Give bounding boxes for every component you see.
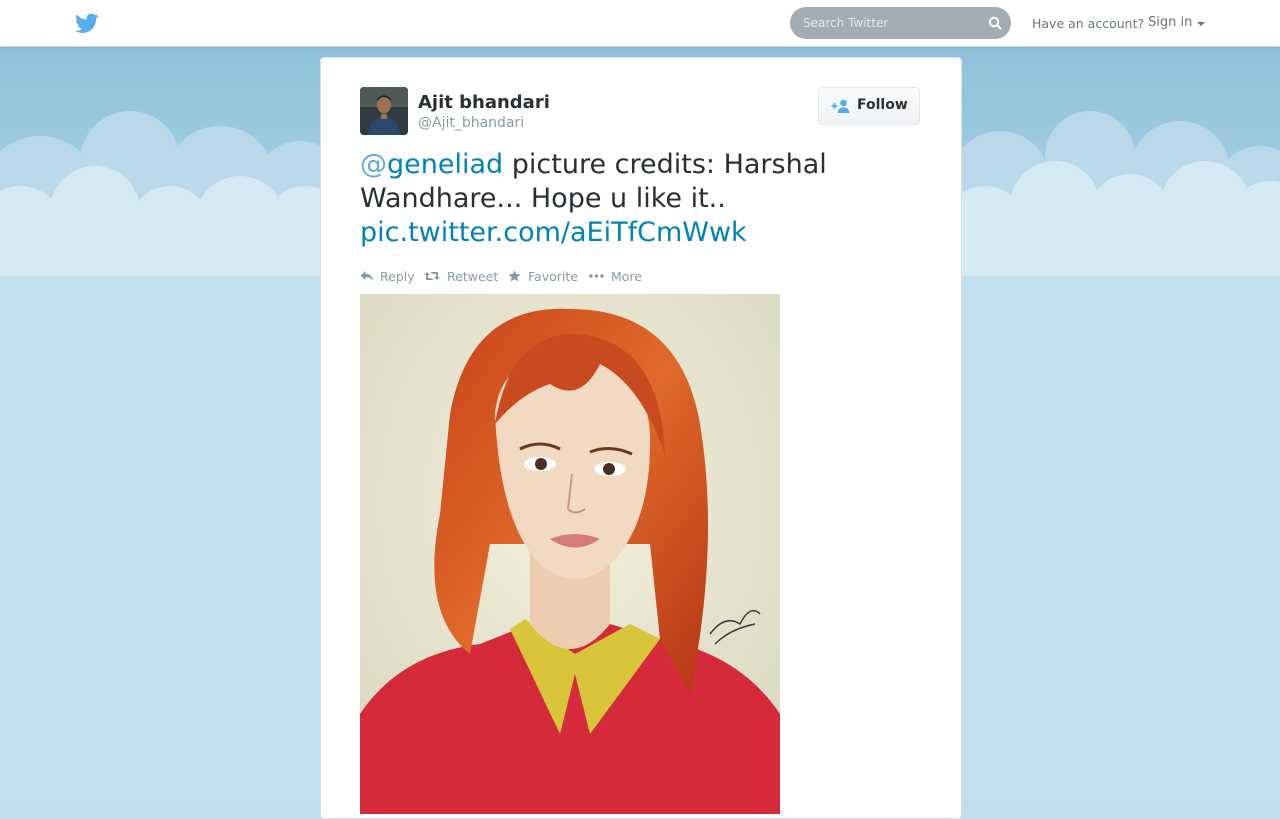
have-account-text: Have an account? xyxy=(1032,16,1145,31)
top-navigation-bar: Have an account? Sign in xyxy=(0,0,1280,47)
favorite-button[interactable]: Favorite xyxy=(508,268,580,286)
follow-button[interactable]: Follow xyxy=(818,87,920,125)
mention-name: geneliad xyxy=(387,149,504,180)
reply-button[interactable]: Reply xyxy=(360,268,416,286)
retweet-button[interactable]: Retweet xyxy=(424,268,498,286)
star-icon xyxy=(508,270,521,282)
retweet-label: Retweet xyxy=(447,269,499,284)
tweet-photo[interactable] xyxy=(360,294,780,814)
search-input[interactable] xyxy=(790,7,983,39)
reply-label: Reply xyxy=(380,269,415,284)
reply-icon xyxy=(360,271,373,281)
sign-in-link[interactable]: Sign in xyxy=(1148,15,1192,30)
avatar[interactable] xyxy=(360,87,408,135)
pic-link[interactable]: pic.twitter.com/aEiTfCmWwk xyxy=(360,217,747,248)
tweet-card: Ajit bhandari @Ajit_bhandari Follow @gen… xyxy=(320,57,962,819)
search-box xyxy=(790,7,1011,39)
mention-at: @ xyxy=(360,149,387,180)
portrait-painting xyxy=(360,294,780,814)
avatar-image xyxy=(360,87,408,135)
add-user-icon xyxy=(831,99,850,113)
caret-down-icon[interactable] xyxy=(1197,22,1205,26)
mention-link[interactable]: @geneliad xyxy=(360,149,503,180)
magnifier-icon[interactable] xyxy=(988,16,1002,30)
more-label: More xyxy=(611,269,642,284)
more-button[interactable]: More xyxy=(589,268,645,286)
author-name[interactable]: Ajit bhandari xyxy=(418,92,550,113)
follow-label: Follow xyxy=(857,97,908,113)
author-handle[interactable]: @Ajit_bhandari xyxy=(418,115,524,131)
favorite-label: Favorite xyxy=(528,269,578,284)
twitter-bird-icon[interactable] xyxy=(75,13,99,34)
ellipsis-icon xyxy=(589,274,604,278)
tweet-text: @geneliad picture credits: Harshal Wandh… xyxy=(360,148,920,250)
retweet-icon xyxy=(424,272,440,280)
